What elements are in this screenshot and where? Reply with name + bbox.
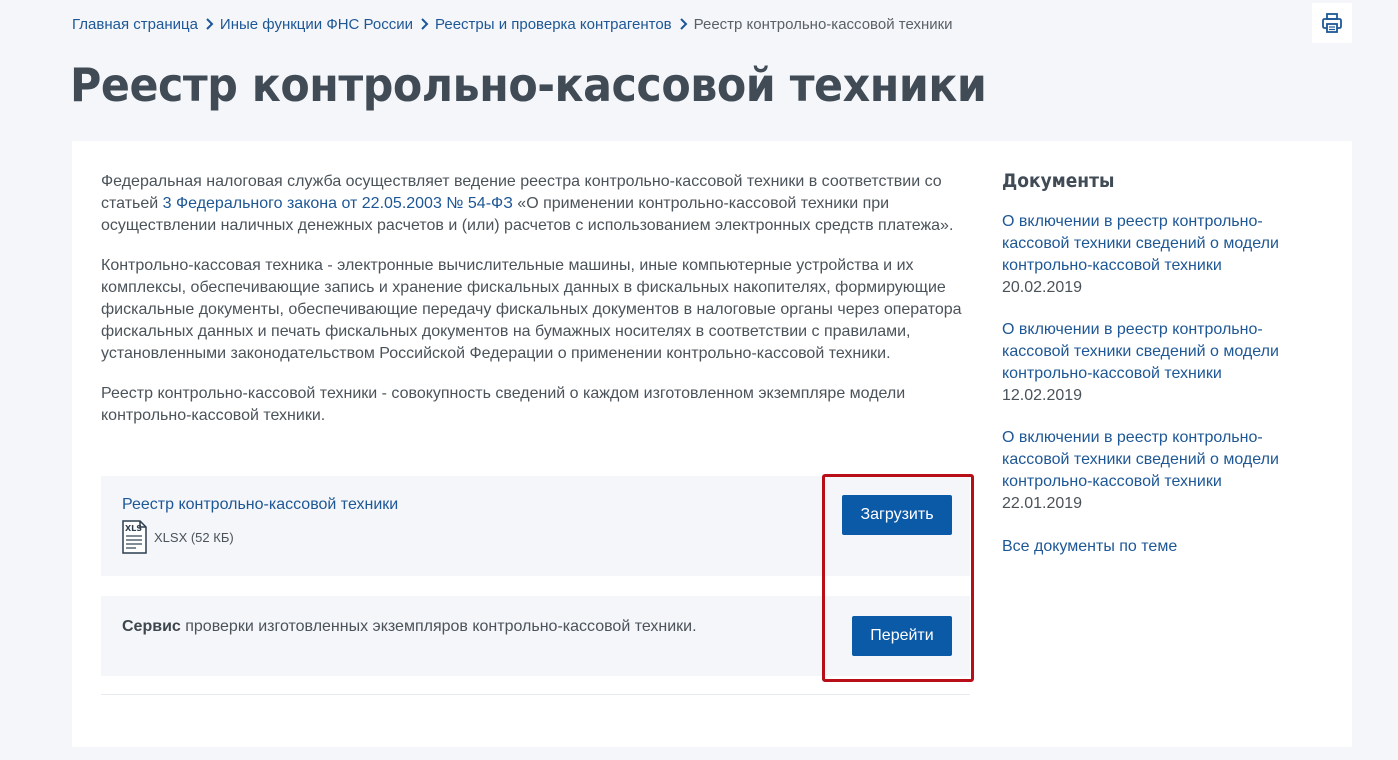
page-title: Реестр контрольно-кассовой техники xyxy=(70,58,987,112)
chevron-right-icon xyxy=(205,18,214,30)
all-documents-link[interactable]: Все документы по теме xyxy=(1002,538,1177,556)
intro-paragraph: Федеральная налоговая служба осуществляе… xyxy=(101,173,954,234)
breadcrumb-home-link[interactable]: Главная страница xyxy=(72,16,198,33)
chevron-right-icon xyxy=(420,18,429,30)
sidebar-document-item: О включении в реестр контрольно-кассовой… xyxy=(1002,427,1322,515)
breadcrumb-registries-link[interactable]: Реестры и проверка контрагентов xyxy=(435,16,672,33)
sidebar-document-link[interactable]: О включении в реестр контрольно-кассовой… xyxy=(1002,319,1322,385)
documents-sidebar: Документы О включении в реестр контрольн… xyxy=(1002,170,1322,556)
chevron-right-icon xyxy=(679,18,688,30)
breadcrumb-other-functions-link[interactable]: Иные функции ФНС России xyxy=(220,16,413,33)
printer-icon xyxy=(1322,13,1342,33)
divider xyxy=(101,694,970,695)
federal-law-link[interactable]: 3 Федерального закона от 22.05.2003 № 54… xyxy=(163,195,513,212)
svg-text:XLS: XLS xyxy=(125,524,142,533)
file-meta: XLS XLSX (52 КБ) xyxy=(122,520,234,554)
description-text: Федеральная налоговая служба осуществляе… xyxy=(101,171,971,445)
highlight-frame xyxy=(822,474,974,682)
file-size-label: XLSX (52 КБ) xyxy=(154,529,234,545)
sidebar-document-link[interactable]: О включении в реестр контрольно-кассовой… xyxy=(1002,427,1322,493)
breadcrumb-current: Реестр контрольно-кассовой техники xyxy=(693,15,953,33)
sidebar-document-item: О включении в реестр контрольно-кассовой… xyxy=(1002,211,1322,299)
definition-paragraph: Контрольно-кассовая техника - электронны… xyxy=(101,257,962,362)
sidebar-document-date: 22.01.2019 xyxy=(1002,495,1083,512)
sidebar-document-item: О включении в реестр контрольно-кассовой… xyxy=(1002,319,1322,407)
registry-paragraph: Реестр контрольно-кассовой техники - сов… xyxy=(101,385,906,424)
sidebar-document-date: 20.02.2019 xyxy=(1002,279,1083,296)
sidebar-document-date: 12.02.2019 xyxy=(1002,387,1083,404)
xls-file-icon: XLS xyxy=(122,520,147,554)
sidebar-document-link[interactable]: О включении в реестр контрольно-кассовой… xyxy=(1002,211,1322,277)
sidebar-title: Документы xyxy=(1002,170,1115,192)
breadcrumb: Главная страница Иные функции ФНС России… xyxy=(72,13,953,35)
service-description: Сервис проверки изготовленных экземпляро… xyxy=(122,618,697,635)
print-button[interactable] xyxy=(1312,3,1352,43)
registry-file-link[interactable]: Реестр контрольно-кассовой техники xyxy=(122,496,398,514)
